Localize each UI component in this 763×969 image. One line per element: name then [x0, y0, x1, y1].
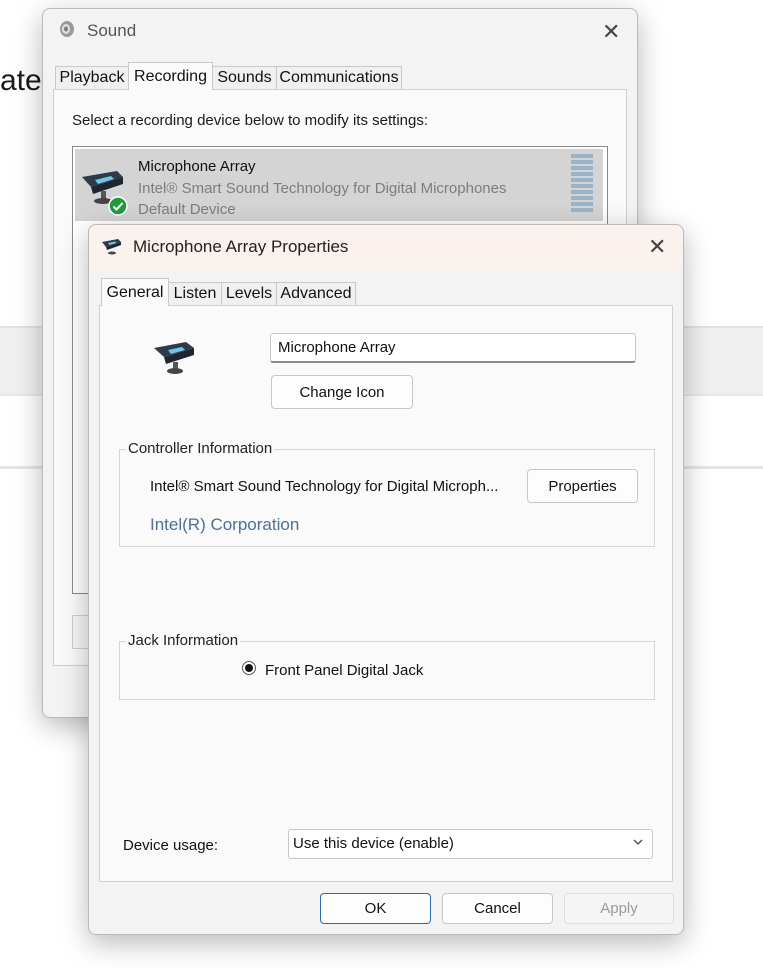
controller-group-label: Controller Information: [126, 440, 275, 457]
properties-title: Microphone Array Properties: [133, 237, 349, 256]
background-partial-text: ate: [0, 64, 42, 97]
tab-communications[interactable]: Communications: [276, 66, 402, 89]
sound-tabs: Playback Recording Sounds Communications: [55, 62, 615, 90]
jack-item: Front Panel Digital Jack: [265, 662, 424, 679]
properties-close-icon[interactable]: ✕: [648, 236, 666, 258]
default-check-icon: [108, 196, 128, 216]
cancel-button[interactable]: Cancel: [442, 893, 553, 924]
tab-recording[interactable]: Recording: [128, 62, 213, 90]
device-status: Default Device: [138, 201, 236, 218]
recording-instruction: Select a recording device below to modif…: [72, 112, 429, 129]
change-icon-button[interactable]: Change Icon: [271, 375, 413, 409]
device-name-input[interactable]: [270, 333, 636, 363]
tab-levels[interactable]: Levels: [221, 282, 277, 305]
ok-button[interactable]: OK: [320, 893, 431, 924]
device-usage-select[interactable]: Use this device (enable): [288, 829, 653, 859]
controller-group: Controller Information Intel® Smart Soun…: [119, 440, 655, 547]
tab-general[interactable]: General: [101, 278, 169, 306]
jack-group: Jack Information Front Panel Digital Jac…: [119, 632, 655, 700]
device-usage-label: Device usage:: [123, 837, 219, 854]
device-icon: [154, 342, 194, 374]
tab-playback[interactable]: Playback: [55, 66, 129, 89]
chevron-down-icon: [633, 839, 643, 845]
device-name: Microphone Array: [138, 158, 256, 175]
general-panel: Change Icon Controller Information Intel…: [99, 305, 673, 882]
tab-listen[interactable]: Listen: [168, 282, 222, 305]
level-meter: [571, 154, 593, 216]
jack-radio[interactable]: [242, 661, 256, 675]
jack-group-label: Jack Information: [126, 632, 241, 649]
controller-properties-button[interactable]: Properties: [527, 469, 638, 503]
tab-advanced[interactable]: Advanced: [276, 282, 356, 305]
list-item[interactable]: Microphone Array Intel® Smart Sound Tech…: [75, 149, 603, 221]
device-usage-value: Use this device (enable): [293, 835, 454, 852]
sound-close-icon[interactable]: ✕: [602, 21, 620, 43]
apply-button[interactable]: Apply: [564, 893, 674, 924]
controller-name: Intel® Smart Sound Technology for Digita…: [150, 478, 499, 495]
sound-window-title: Sound: [87, 21, 137, 40]
controller-vendor-link[interactable]: Intel(R) Corporation: [150, 515, 299, 535]
device-description: Intel® Smart Sound Technology for Digita…: [138, 180, 507, 197]
microphone-array-small-icon: [102, 239, 121, 255]
speaker-icon: [60, 21, 74, 37]
tab-sounds[interactable]: Sounds: [212, 66, 277, 89]
properties-tabs: General Listen Levels Advanced: [101, 278, 661, 306]
properties-dialog: Microphone Array Properties ✕ General Li…: [88, 224, 684, 935]
